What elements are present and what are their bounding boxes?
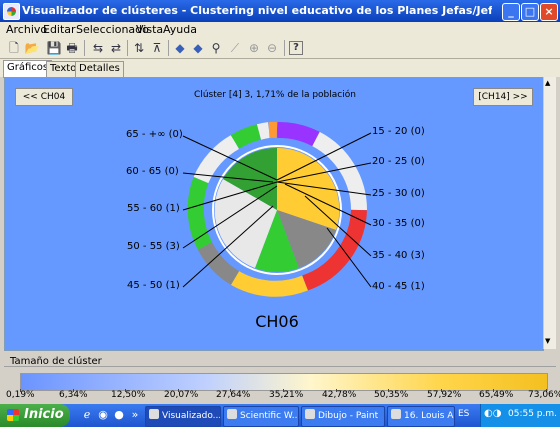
- firefox-icon[interactable]: ●: [112, 408, 126, 422]
- windows-logo-icon: [7, 409, 19, 421]
- label-55-60: 55 - 60 (1): [127, 203, 180, 214]
- toolbar-separator: [168, 40, 169, 56]
- label-25-30: 25 - 30 (0): [372, 188, 425, 199]
- tab-detalles[interactable]: Detalles: [75, 61, 124, 77]
- tray-icons[interactable]: ◐◑: [484, 408, 501, 419]
- vertical-scrollbar[interactable]: ▲ ▼: [543, 77, 556, 349]
- clock: 05:55 p.m.: [508, 409, 557, 419]
- binoculars-icon[interactable]: ⚲: [208, 40, 224, 56]
- arrow-right-icon[interactable]: ◆: [190, 40, 206, 56]
- label-15-20: 15 - 20 (0): [372, 126, 425, 137]
- label-40-45: 40 - 45 (1): [372, 281, 425, 292]
- label-20-25: 20 - 25 (0): [372, 156, 425, 167]
- app-icon: [3, 3, 20, 20]
- maximize-button[interactable]: □: [521, 3, 539, 21]
- label-65-inf: 65 - +∞ (0): [126, 129, 183, 140]
- zoom-in-icon[interactable]: ⊕: [246, 40, 262, 56]
- cluster-ring-chart: [182, 121, 372, 297]
- size-tick-label: 35,21%: [269, 390, 304, 400]
- more-quicklaunch-icon[interactable]: »: [128, 408, 142, 422]
- start-button[interactable]: Inicio: [0, 404, 70, 427]
- size-tick-label: 20,07%: [164, 390, 199, 400]
- inner-pie: [212, 145, 342, 275]
- print-icon[interactable]: 🖶: [64, 40, 80, 56]
- outer-segment-yellow: [230, 270, 308, 297]
- save-icon[interactable]: 💾: [46, 40, 62, 56]
- sort-icon[interactable]: ⇅: [131, 40, 147, 56]
- arrow-left-icon[interactable]: ◆: [172, 40, 188, 56]
- scroll-down-icon[interactable]: ▼: [545, 337, 550, 345]
- size-tick-label: 27,64%: [216, 390, 251, 400]
- scroll-up-icon[interactable]: ▲: [545, 79, 550, 87]
- media-icon[interactable]: ◉: [96, 408, 110, 422]
- label-60-65: 60 - 65 (0): [126, 166, 179, 177]
- menu-bar: Archivo Editar Seleccionado Vista Ayuda: [0, 22, 560, 38]
- task-scientific[interactable]: Scientific W...: [223, 406, 299, 427]
- outer-segment-purple: [276, 122, 320, 147]
- window-title: Visualizador de clústeres - Clustering n…: [22, 4, 492, 17]
- label-35-40: 35 - 40 (3): [372, 250, 425, 261]
- task-visualizador[interactable]: Visualizado...: [145, 406, 221, 427]
- toolbar-separator: [84, 40, 85, 56]
- label-45-50: 45 - 50 (1): [127, 280, 180, 291]
- size-tick-label: 50,35%: [374, 390, 409, 400]
- outer-segment-green-2: [230, 124, 262, 149]
- zoom-out-icon[interactable]: ⊖: [264, 40, 280, 56]
- size-tick-label: 57,92%: [427, 390, 462, 400]
- menu-ayuda[interactable]: Ayuda: [163, 23, 197, 36]
- filter-icon[interactable]: ⊼: [149, 40, 165, 56]
- size-tick-label: 65,49%: [479, 390, 514, 400]
- size-tick-label: 73,06%: [528, 390, 560, 400]
- undo-icon[interactable]: ⇄: [108, 40, 124, 56]
- minimize-button[interactable]: _: [502, 3, 520, 21]
- title-bar: Visualizador de clústeres - Clustering n…: [0, 0, 560, 22]
- cluster-name: CH06: [255, 312, 299, 331]
- toolbar: 🗋 📂 💾 🖶 ⇆ ⇄ ⇅ ⊼ ◆ ◆ ⚲ ⟋ ⊕ ⊖ ?: [0, 38, 560, 59]
- start-label: Inicio: [24, 407, 64, 422]
- task-louis[interactable]: 16. Louis A...: [387, 406, 455, 427]
- size-tick-label: 12,50%: [111, 390, 146, 400]
- task-paint[interactable]: Dibujo - Paint: [301, 406, 385, 427]
- outer-segment-white-3: [256, 122, 271, 140]
- menu-editar[interactable]: Editar: [43, 23, 76, 36]
- new-file-icon[interactable]: 🗋: [6, 40, 22, 56]
- chart-panel: << CH04 [CH14] >> Clúster [4] 3, 1,71% d…: [4, 77, 544, 351]
- size-tick-label: 42,78%: [322, 390, 357, 400]
- tab-strip: Gráficos Texto Detalles: [0, 59, 560, 78]
- toolbar-separator: [127, 40, 128, 56]
- ie-icon[interactable]: ℯ: [80, 408, 94, 422]
- size-tick-label: 6,34%: [59, 390, 88, 400]
- language-indicator[interactable]: ES: [458, 409, 469, 419]
- chart-tool-icon[interactable]: ⟋: [227, 40, 243, 56]
- label-30-35: 30 - 35 (0): [372, 218, 425, 229]
- close-button[interactable]: ×: [540, 3, 558, 21]
- divider: [4, 366, 556, 367]
- redo-icon[interactable]: ⇆: [90, 40, 106, 56]
- size-tick-label: 0,19%: [6, 390, 35, 400]
- label-50-55: 50 - 55 (3): [127, 241, 180, 252]
- toolbar-separator: [284, 40, 285, 56]
- size-gradient-bar: [20, 373, 548, 391]
- open-folder-icon[interactable]: 📂: [24, 40, 40, 56]
- tab-graficos[interactable]: Gráficos: [3, 60, 53, 78]
- help-icon[interactable]: ?: [289, 41, 303, 55]
- menu-archivo[interactable]: Archivo: [6, 23, 47, 36]
- menu-vista[interactable]: Vista: [136, 23, 163, 36]
